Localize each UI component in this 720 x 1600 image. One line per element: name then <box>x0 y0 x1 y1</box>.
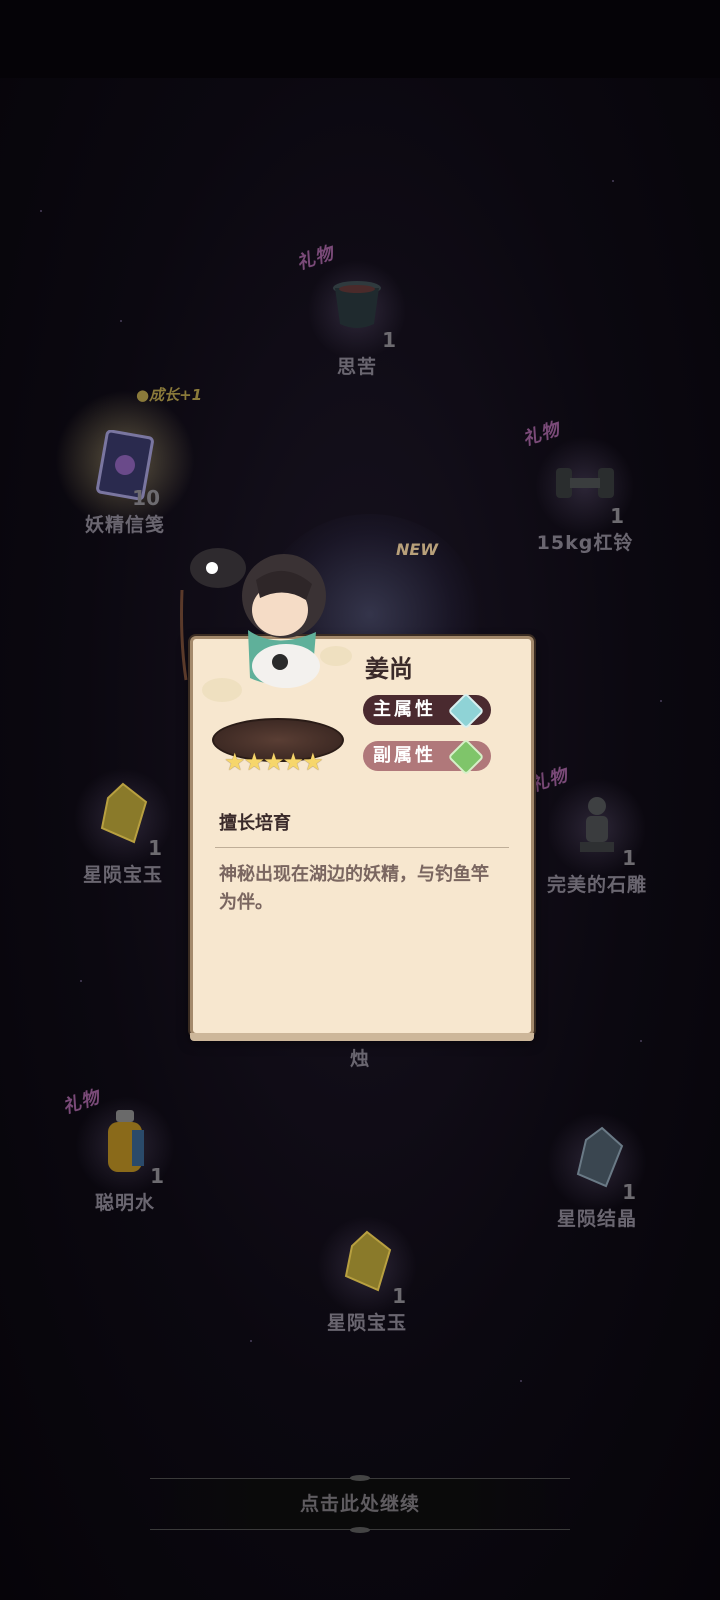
star-icon: ★ <box>243 748 266 776</box>
star-speck <box>120 320 122 322</box>
star-speck <box>40 210 42 212</box>
ornament-tick <box>350 1527 370 1533</box>
star-speck <box>520 1380 522 1382</box>
item-count: 1 <box>150 1164 164 1188</box>
sprout-gem-icon <box>447 738 485 776</box>
star-icon: ★ <box>224 748 246 776</box>
continue-button[interactable]: 点击此处继续 <box>150 1475 570 1533</box>
star-speck <box>80 980 82 982</box>
ornament-tick <box>350 1475 370 1481</box>
item-count: 1 <box>148 836 162 860</box>
rarity-stars: ★★★★★ <box>224 748 324 776</box>
item-count: 1 <box>622 846 636 870</box>
item-name: 思苦 <box>336 356 377 378</box>
character-portrait <box>180 548 352 702</box>
reward-item[interactable]: 1 星陨宝玉 <box>48 768 198 887</box>
item-name: 妖精信笺 <box>84 514 165 536</box>
star-speck <box>612 180 614 182</box>
star-speck <box>660 700 662 702</box>
reward-item[interactable]: 1 15kg杠铃 <box>510 436 660 555</box>
character-name: 姜尚 <box>365 655 413 683</box>
reward-item[interactable]: 1 完美的石雕 <box>522 778 672 897</box>
sub-attribute-pill: 副属性 <box>363 738 491 776</box>
item-name: 星陨结晶 <box>556 1208 637 1230</box>
item-count: 10 <box>132 486 160 510</box>
star-icon: ★ <box>263 748 285 776</box>
item-count: 1 <box>610 504 624 528</box>
item-name: 星陨宝玉 <box>326 1312 407 1334</box>
reward-item[interactable]: 1 聪明水 <box>50 1096 200 1215</box>
item-name: 聪明水 <box>94 1192 155 1214</box>
star-icon: ★ <box>282 748 305 776</box>
item-count: 1 <box>392 1284 406 1308</box>
reward-item[interactable]: 1 思苦 <box>282 260 432 379</box>
sub-attribute-label: 副属性 <box>373 745 436 766</box>
growth-badge: ●成长+1 <box>136 386 203 404</box>
item-name: 星陨宝玉 <box>82 864 163 886</box>
reward-item[interactable]: 1 星陨宝玉 <box>292 1216 442 1335</box>
reward-item[interactable]: 10 妖精信笺 <box>50 390 200 537</box>
item-count: 1 <box>382 328 396 352</box>
continue-label: 点击此处继续 <box>299 1493 420 1515</box>
skill-title: 擅长培育 <box>219 813 291 834</box>
water-drop-gem-icon <box>447 692 485 730</box>
card-edge <box>190 1033 534 1041</box>
item-name[interactable]: 烛 <box>350 1044 369 1071</box>
star-speck <box>250 1340 252 1342</box>
new-badge: NEW <box>396 540 438 559</box>
item-name: 15kg杠铃 <box>536 532 634 554</box>
star-speck <box>640 1040 642 1042</box>
star-icon: ★ <box>302 748 324 776</box>
main-attribute-label: 主属性 <box>373 699 436 720</box>
top-bar <box>0 0 720 78</box>
item-name: 完美的石雕 <box>546 874 647 896</box>
character-description: 神秘出现在湖边的妖精，与钓鱼竿为伴。 <box>219 864 489 913</box>
main-attribute-pill: 主属性 <box>363 692 491 730</box>
divider <box>215 847 509 848</box>
reward-item[interactable]: 1 星陨结晶 <box>522 1112 672 1231</box>
item-count: 1 <box>622 1180 636 1204</box>
